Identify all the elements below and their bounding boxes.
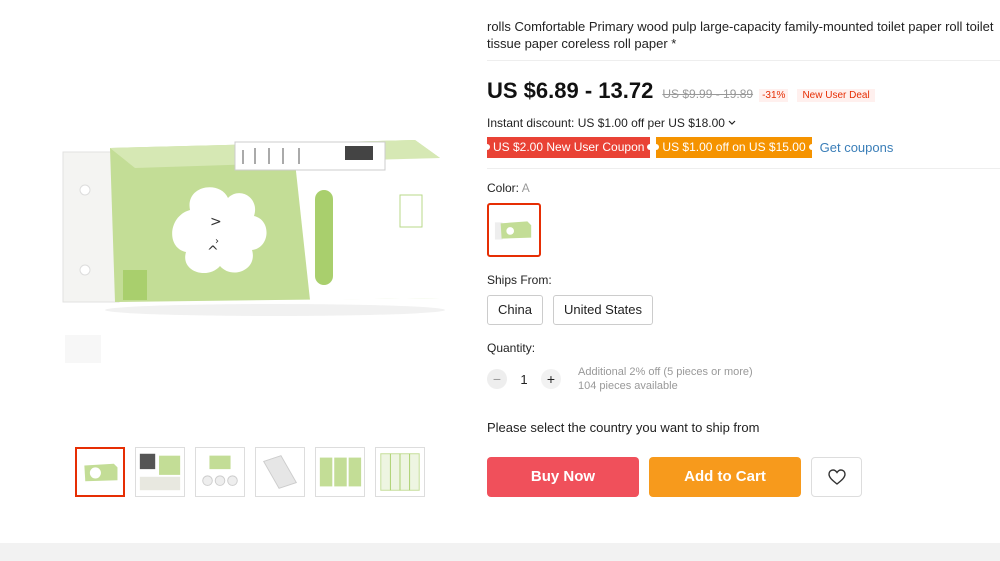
quantity-input[interactable]: 1	[507, 372, 541, 387]
thumbnail-2[interactable]	[135, 447, 185, 497]
instant-discount-text: Instant discount: US $1.00 off per US $1…	[487, 116, 725, 130]
color-label-text: Color:	[487, 181, 520, 195]
toilet-paper-package-image: > › ^	[62, 140, 445, 363]
color-selected-value: A	[521, 181, 530, 195]
thumbnail-1[interactable]	[75, 447, 125, 497]
quantity-decrease-button[interactable]: −	[487, 369, 507, 389]
quantity-label: Quantity:	[487, 341, 536, 355]
bulk-discount-note: Additional 2% off (5 pieces or more)	[578, 366, 753, 378]
divider	[487, 168, 1000, 169]
original-price: US $9.99 - 19.89	[662, 87, 754, 101]
heart-icon	[827, 469, 846, 485]
main-product-image[interactable]: > › ^	[55, 120, 450, 390]
coupon-row: US $2.00 New User Coupon US $1.00 off on…	[483, 137, 1000, 158]
chevron-down-icon	[728, 120, 736, 125]
buy-now-button[interactable]: Buy Now	[487, 457, 639, 497]
thumbnail-4[interactable]	[255, 447, 305, 497]
color-swatch-image	[493, 209, 535, 251]
ship-option-china[interactable]: China	[487, 295, 543, 325]
discount-badge: -31%	[759, 89, 789, 102]
thumbnail-5[interactable]	[315, 447, 365, 497]
thumbnail-6[interactable]	[375, 447, 425, 497]
new-user-deal-badge: New User Deal	[797, 89, 875, 102]
action-buttons: Buy Now Add to Cart	[487, 457, 1000, 497]
coupon-store[interactable]: US $1.00 off on US $15.00	[653, 137, 815, 158]
add-to-cart-button[interactable]: Add to Cart	[649, 457, 801, 497]
svg-text:^: ^	[207, 244, 219, 260]
divider	[487, 60, 1000, 61]
get-coupons-link[interactable]: Get coupons	[820, 140, 894, 155]
quantity-increase-button[interactable]: +	[541, 369, 561, 389]
coupon-new-user[interactable]: US $2.00 New User Coupon	[483, 137, 654, 158]
color-swatch-a[interactable]	[487, 203, 541, 257]
instant-discount[interactable]: Instant discount: US $1.00 off per US $1…	[487, 116, 1000, 130]
svg-text:>: >	[210, 214, 222, 230]
thumbnail-3[interactable]	[195, 447, 245, 497]
product-title: rolls Comfortable Primary wood pulp larg…	[487, 19, 994, 51]
price-row: US $6.89 - 13.72 US $9.99 - 19.89 -31% N…	[487, 78, 1000, 104]
thumbnail-strip	[75, 447, 425, 497]
quantity-notes: Additional 2% off (5 pieces or more) 104…	[578, 365, 753, 393]
select-country-message: Please select the country you want to sh…	[487, 420, 760, 435]
stock-available-note: 104 pieces available	[578, 380, 678, 392]
ships-from-options: China United States	[487, 295, 1000, 325]
page-footer-band	[0, 543, 1000, 561]
wishlist-button[interactable]	[811, 457, 862, 497]
quantity-stepper: − 1 + Additional 2% off (5 pieces or mor…	[487, 365, 1000, 393]
product-info-panel: rolls Comfortable Primary wood pulp larg…	[483, 18, 1000, 497]
color-label: Color: A	[487, 181, 1000, 195]
ship-option-united-states[interactable]: United States	[552, 295, 654, 325]
ships-from-label: Ships From:	[487, 273, 552, 287]
current-price: US $6.89 - 13.72	[487, 78, 654, 103]
